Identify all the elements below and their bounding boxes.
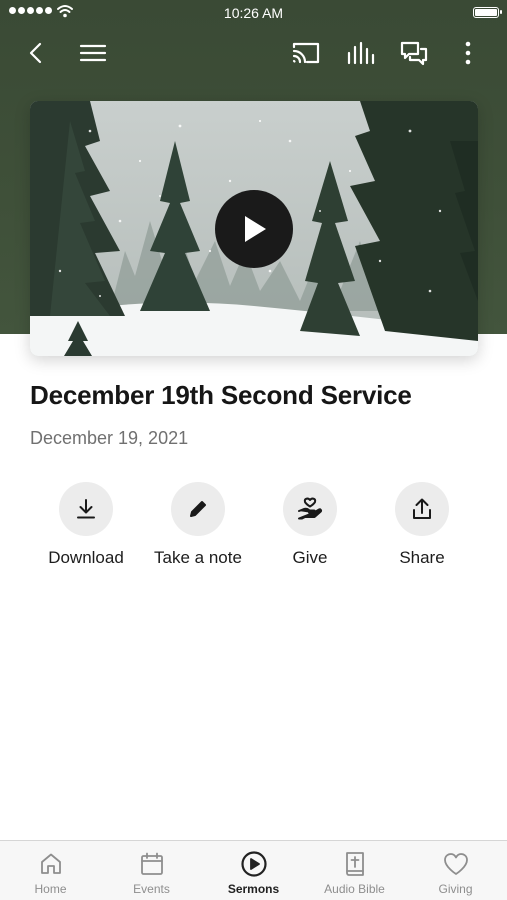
audio-button[interactable] — [344, 36, 378, 70]
tab-home[interactable]: Home — [0, 849, 101, 896]
top-nav-bar — [0, 30, 507, 76]
sermon-title: December 19th Second Service — [30, 380, 412, 410]
cast-button[interactable] — [289, 36, 323, 70]
share-button[interactable]: Share — [366, 482, 478, 568]
menu-icon — [79, 44, 107, 62]
cast-icon — [292, 42, 320, 64]
download-label: Download — [48, 548, 124, 567]
chat-icon — [400, 41, 428, 66]
share-circle — [395, 482, 449, 536]
tab-giving[interactable]: Giving — [405, 849, 506, 896]
take-note-circle — [171, 482, 225, 536]
tab-sermons[interactable]: Sermons — [203, 849, 304, 896]
more-options-button[interactable] — [451, 36, 485, 70]
tab-audio-bible[interactable]: Audio Bible — [304, 849, 405, 896]
sermon-actions: Download Take a note Give Share — [30, 482, 478, 572]
home-icon — [40, 853, 61, 874]
chat-button[interactable] — [397, 36, 431, 70]
tab-home-label: Home — [34, 882, 67, 896]
battery-icon — [473, 7, 502, 18]
sermon-video[interactable] — [30, 101, 478, 356]
download-icon — [77, 499, 95, 519]
heart-icon — [443, 853, 468, 875]
tab-events-label: Events — [133, 882, 170, 896]
back-button[interactable] — [20, 36, 54, 70]
share-icon — [413, 498, 431, 519]
give-label: Give — [292, 548, 328, 567]
download-circle — [59, 482, 113, 536]
give-hand-heart-icon — [298, 497, 323, 520]
take-note-label: Take a note — [154, 548, 242, 567]
audio-bars-icon — [347, 41, 375, 65]
tab-events[interactable]: Events — [101, 849, 202, 896]
share-label: Share — [399, 548, 445, 567]
tab-sermons-label: Sermons — [227, 882, 280, 896]
calendar-icon — [140, 852, 163, 875]
bible-icon — [345, 852, 364, 876]
tab-giving-label: Giving — [438, 882, 473, 896]
give-circle — [283, 482, 337, 536]
status-time: 10:26 AM — [223, 5, 284, 21]
tab-audio-bible-label: Audio Bible — [324, 882, 385, 896]
play-button[interactable] — [215, 190, 293, 268]
give-button[interactable]: Give — [254, 482, 366, 568]
download-button[interactable]: Download — [30, 482, 142, 568]
status-bar: 10:26 AM — [0, 0, 507, 26]
sermon-date: December 19, 2021 — [30, 428, 189, 448]
play-icon — [245, 216, 266, 242]
more-vertical-icon — [465, 41, 471, 65]
menu-button[interactable] — [76, 36, 110, 70]
pencil-icon — [190, 501, 206, 517]
take-note-button[interactable]: Take a note — [142, 482, 254, 568]
bottom-tab-bar: Home Events Sermons Audio Bible Giving — [0, 840, 507, 900]
back-icon — [29, 42, 42, 64]
play-circle-icon — [240, 851, 267, 877]
